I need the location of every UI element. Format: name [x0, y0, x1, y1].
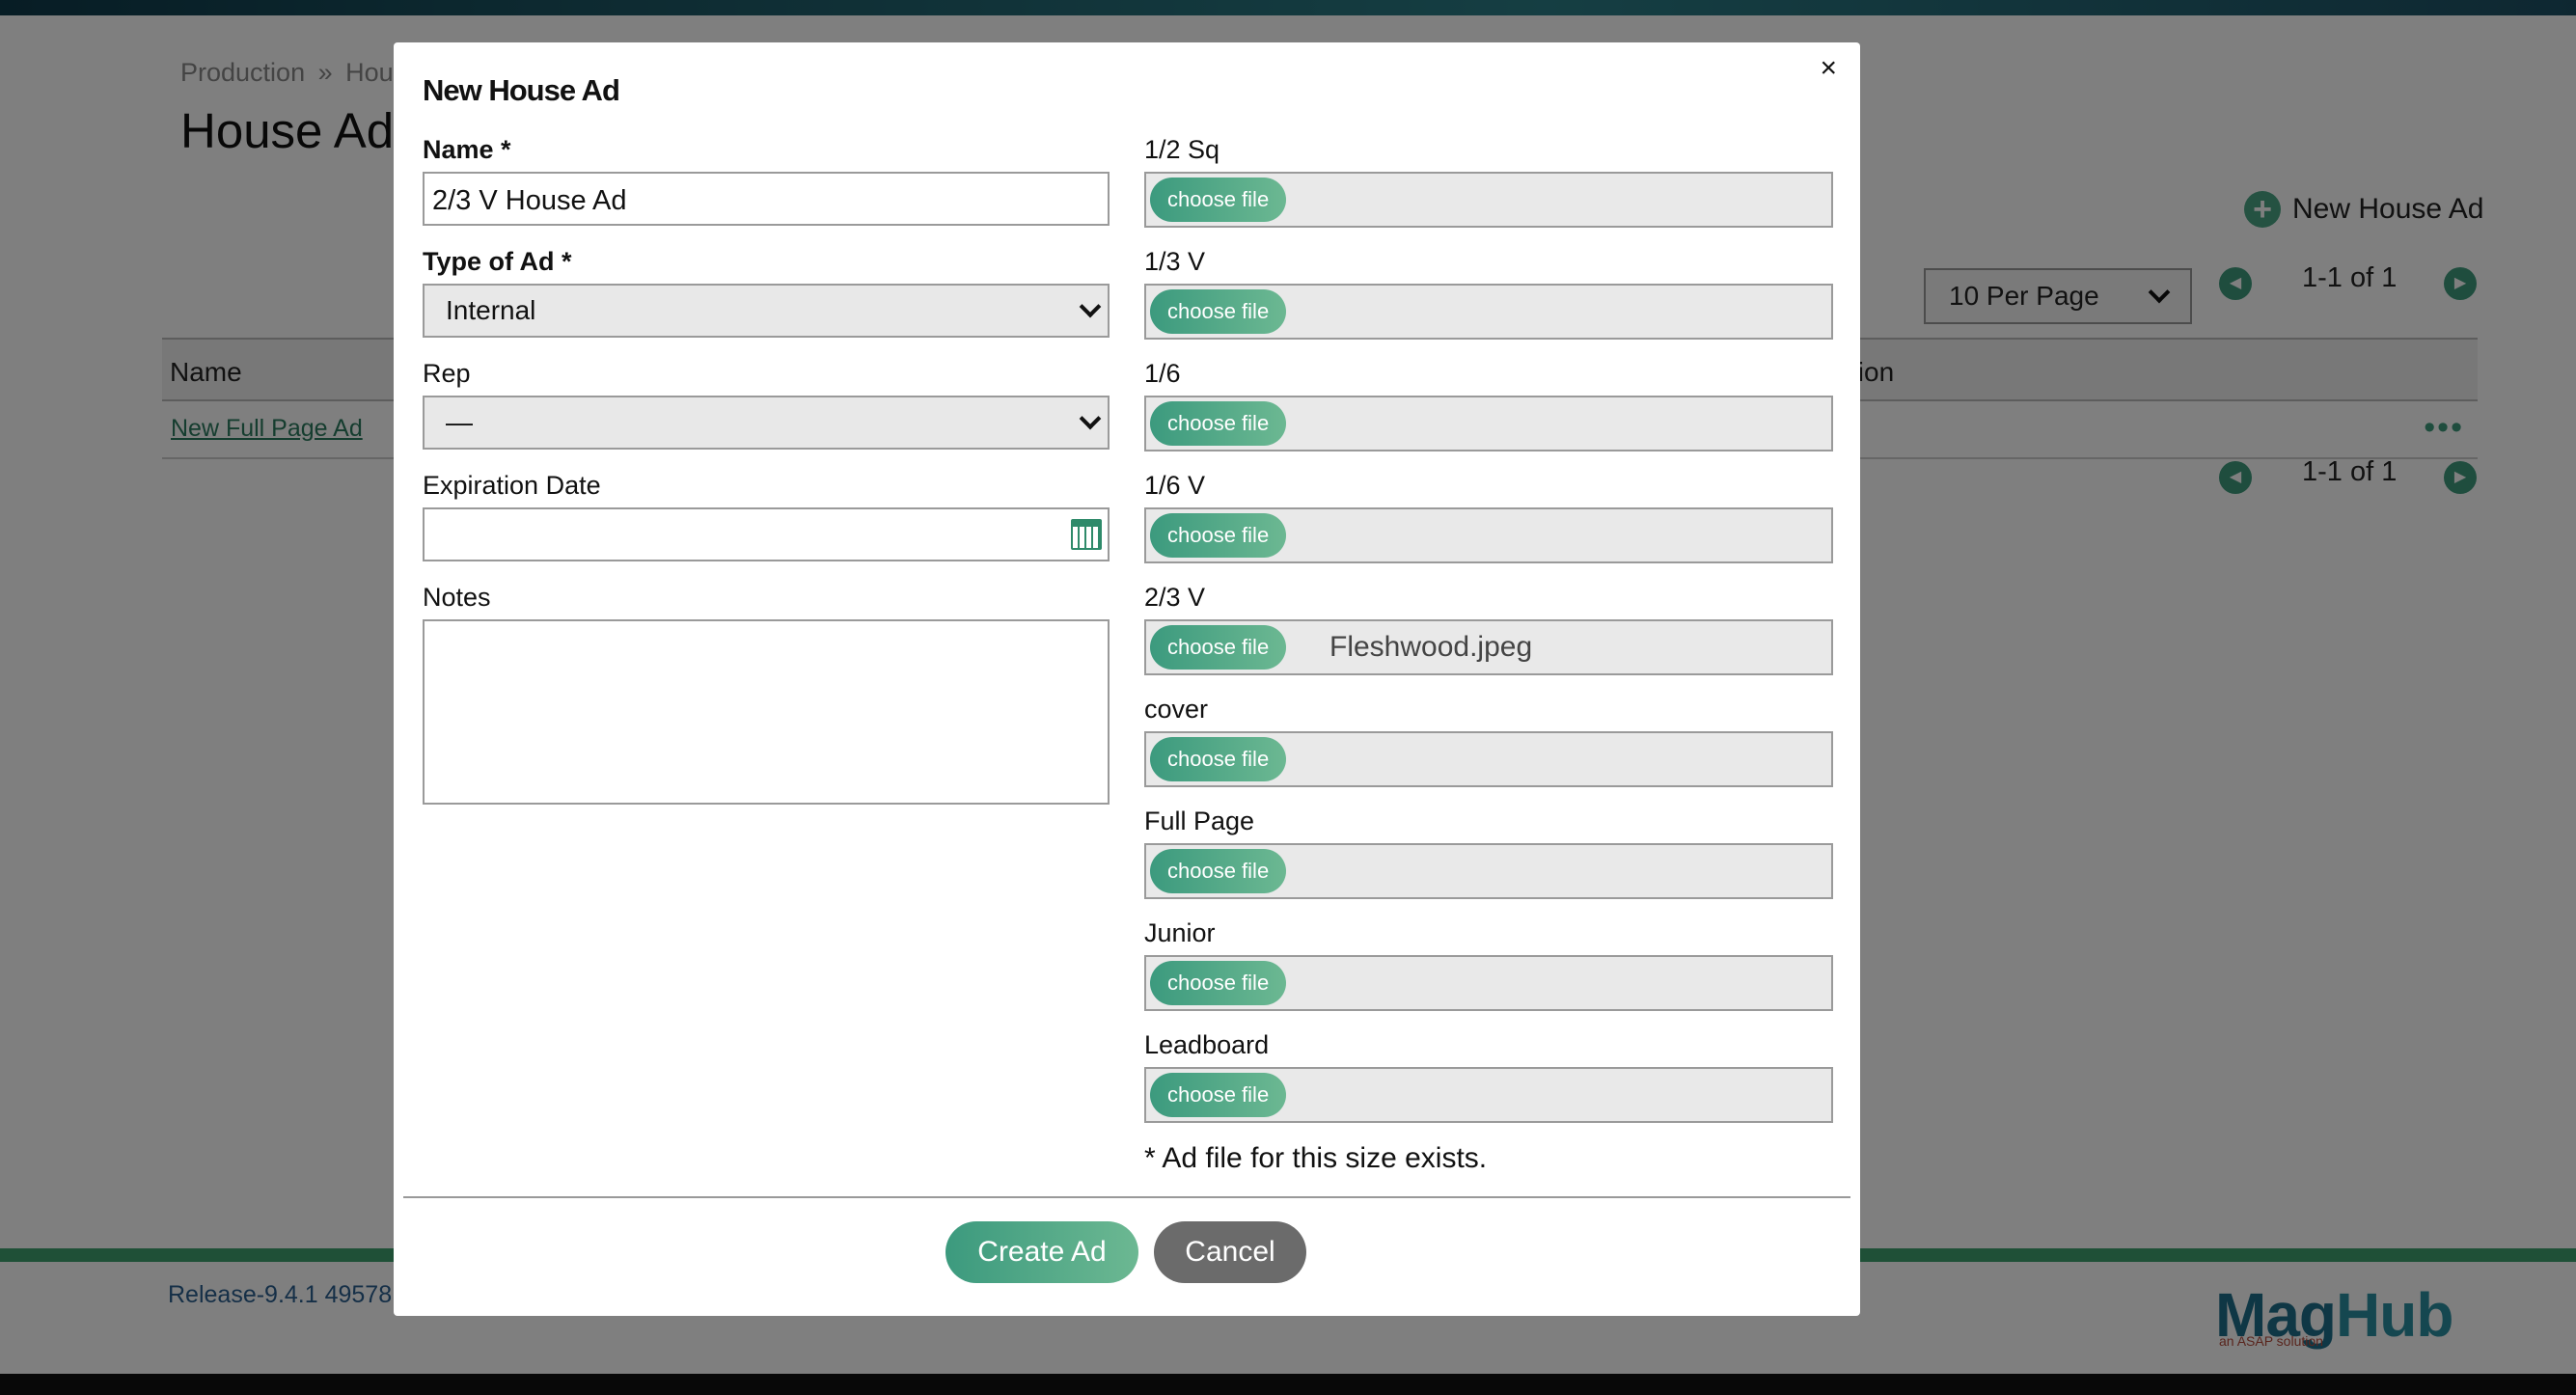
modal-divider — [403, 1196, 1850, 1198]
file-input-leadboard[interactable]: choose file — [1144, 1067, 1833, 1123]
file-label-junior: Junior — [1144, 918, 1216, 947]
type-of-ad-select[interactable]: Internal — [423, 284, 1110, 338]
file-label-cover: cover — [1144, 695, 1209, 724]
notes-textarea[interactable] — [423, 619, 1110, 805]
name-field[interactable]: 2/3 V House Ad — [423, 172, 1110, 226]
expiration-date-label: Expiration Date — [423, 471, 601, 500]
create-ad-button[interactable]: Create Ad — [945, 1221, 1138, 1283]
modal-title: New House Ad — [423, 73, 620, 107]
file-exists-note: * Ad file for this size exists. — [1144, 1142, 1488, 1174]
choose-file-button[interactable]: choose file — [1150, 513, 1287, 558]
file-name: Fleshwood.jpeg — [1329, 631, 1533, 663]
choose-file-button[interactable]: choose file — [1150, 1073, 1287, 1117]
file-input-cover[interactable]: choose file — [1144, 731, 1833, 787]
choose-file-button[interactable]: choose file — [1150, 289, 1287, 334]
choose-file-button[interactable]: choose file — [1150, 625, 1287, 670]
cancel-button[interactable]: Cancel — [1154, 1221, 1306, 1283]
file-input-1-6-v[interactable]: choose file — [1144, 507, 1833, 563]
file-label-1-6: 1/6 — [1144, 359, 1181, 388]
file-input-1-3-v[interactable]: choose file — [1144, 284, 1833, 340]
type-of-ad-value: Internal — [446, 295, 536, 325]
file-label-2-3-v: 2/3 V — [1144, 583, 1206, 612]
chevron-down-icon — [1079, 407, 1102, 430]
file-label-1-3-v: 1/3 V — [1144, 247, 1206, 276]
type-of-ad-label: Type of Ad * — [423, 247, 572, 276]
choose-file-button[interactable]: choose file — [1150, 737, 1287, 781]
file-label-1-6-v: 1/6 V — [1144, 471, 1206, 500]
file-input-1-2-sq[interactable]: choose file — [1144, 172, 1833, 228]
new-house-ad-modal: New House Ad × Name * 2/3 V House Ad Typ… — [394, 42, 1860, 1316]
calendar-icon[interactable] — [1071, 519, 1102, 550]
notes-label: Notes — [423, 583, 491, 612]
file-input-full-page[interactable]: choose file — [1144, 843, 1833, 899]
rep-value: — — [446, 407, 473, 437]
choose-file-button[interactable]: choose file — [1150, 401, 1287, 446]
file-input-2-3-v[interactable]: choose file Fleshwood.jpeg — [1144, 619, 1833, 675]
expiration-date-field[interactable] — [423, 507, 1110, 561]
rep-label: Rep — [423, 359, 471, 388]
file-input-junior[interactable]: choose file — [1144, 955, 1833, 1011]
close-icon[interactable]: × — [1820, 52, 1837, 85]
file-label-1-2-sq: 1/2 Sq — [1144, 135, 1220, 164]
choose-file-button[interactable]: choose file — [1150, 178, 1287, 222]
rep-select[interactable]: — — [423, 396, 1110, 450]
choose-file-button[interactable]: choose file — [1150, 961, 1287, 1005]
file-input-1-6[interactable]: choose file — [1144, 396, 1833, 451]
name-label: Name * — [423, 135, 511, 164]
file-label-leadboard: Leadboard — [1144, 1030, 1270, 1059]
chevron-down-icon — [1079, 295, 1102, 318]
choose-file-button[interactable]: choose file — [1150, 849, 1287, 893]
file-label-full-page: Full Page — [1144, 807, 1255, 835]
